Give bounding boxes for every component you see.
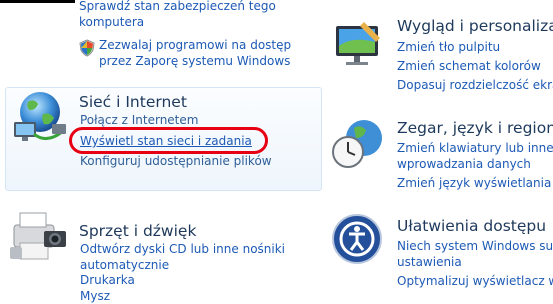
link-change-color-scheme[interactable]: Zmień schemat kolorów: [397, 58, 541, 74]
link-optimize-display[interactable]: Optymalizuj wyświetlacz w: [397, 273, 553, 289]
shield-icon: [79, 39, 95, 57]
link-adjust-resolution[interactable]: Dopasuj rozdzielczość ekra: [397, 77, 553, 93]
link-check-security-status-cont[interactable]: komputera: [79, 14, 144, 30]
link-change-keyboards-cont[interactable]: wprowadzania danych: [397, 156, 531, 172]
top-edge-bar: [0, 0, 75, 3]
ease-of-access-icon: [332, 214, 382, 264]
link-let-windows-suggest[interactable]: Niech system Windows su: [397, 238, 553, 254]
annotation-highlight-ring: [69, 127, 268, 154]
link-change-desktop-bg[interactable]: Zmień tło pulpitu: [397, 39, 500, 55]
clock-category-title[interactable]: Zegar, język i region: [397, 119, 553, 137]
link-check-security-status[interactable]: Sprawdź stan zabezpieczeń tego: [79, 0, 276, 14]
link-let-windows-suggest-cont[interactable]: ustawienia: [397, 254, 462, 270]
link-autoplay-cd-cont[interactable]: automatycznie: [80, 257, 169, 273]
appearance-category-title[interactable]: Wygląd i personaliza: [397, 17, 553, 35]
link-connect-internet[interactable]: Połącz z Internetem: [80, 112, 198, 128]
link-autoplay-cd[interactable]: Odtwórz dyski CD lub inne nośniki: [80, 241, 285, 257]
ease-category-title[interactable]: Ułatwienia dostępu: [397, 217, 546, 235]
link-change-keyboards[interactable]: Zmień klawiatury lub inne: [397, 140, 553, 156]
link-change-display-language[interactable]: Zmień język wyświetlania: [397, 175, 551, 191]
link-allow-program-firewall-cont[interactable]: przez Zaporę systemu Windows: [99, 53, 290, 69]
printer-camera-icon: [10, 212, 66, 260]
clock-globe-icon: [332, 120, 382, 168]
appearance-monitor-icon: [336, 22, 380, 65]
hardware-category-title[interactable]: Sprzęt i dźwięk: [79, 222, 196, 240]
link-allow-program-firewall[interactable]: Zezwalaj programowi na dostęp: [99, 37, 291, 53]
link-mouse[interactable]: Mysz: [80, 288, 110, 304]
network-category-title[interactable]: Sieć i Internet: [79, 93, 187, 111]
network-globe-icon: [14, 92, 66, 141]
link-configure-file-sharing[interactable]: Konfiguruj udostępnianie plików: [80, 153, 272, 169]
